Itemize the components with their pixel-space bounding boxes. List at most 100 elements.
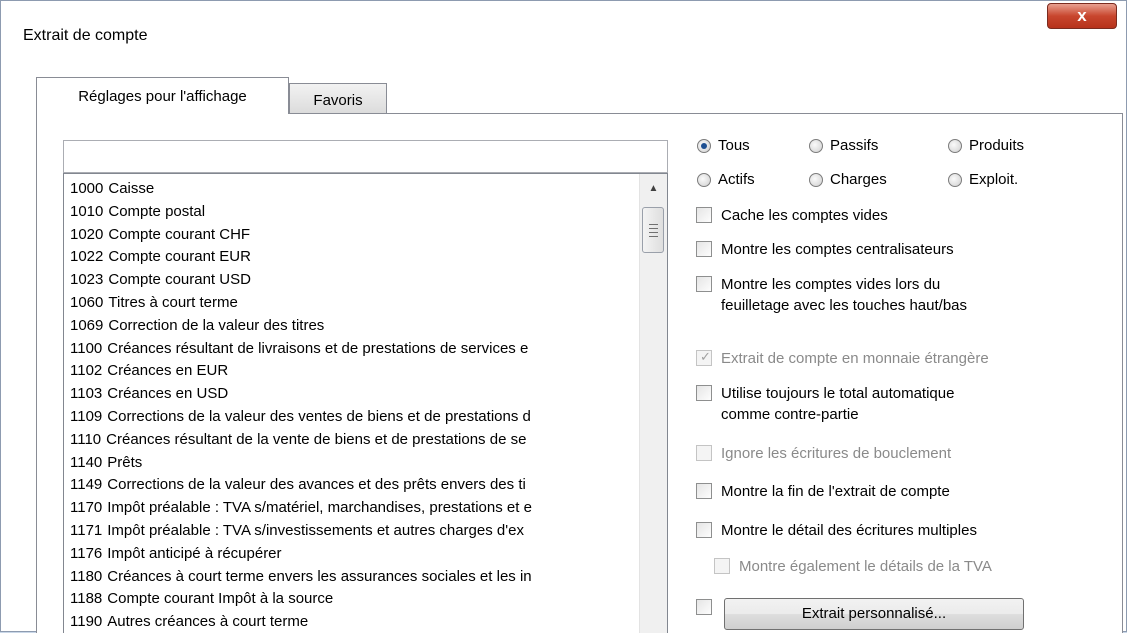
list-item[interactable]: 1190 Autres créances à court terme [70, 612, 308, 632]
list-item[interactable]: 1180 Créances à court terme envers les as… [70, 567, 532, 587]
list-item[interactable]: 1176 Impôt anticipé à récupérer [70, 544, 282, 564]
list-item[interactable]: 1022 Compte courant EUR [70, 247, 251, 267]
scroll-thumb[interactable] [642, 207, 664, 253]
checkbox-box: ✓ [696, 349, 712, 366]
custom-extract-button[interactable]: Extrait personnalisé... [724, 598, 1024, 630]
checkbox-label: Montre également le détails de la TVA [739, 558, 992, 575]
list-item[interactable]: 1140 Prêts [70, 453, 142, 473]
account-number: 1190 [70, 613, 103, 631]
search-input[interactable] [63, 140, 668, 173]
radio-circle [948, 139, 962, 153]
account-name: Corrections de la valeur des ventes de b… [107, 408, 531, 425]
checkbox-box [696, 207, 712, 223]
radio-produits[interactable]: Produits [948, 137, 1048, 159]
checkbox-label: Montre le détail des écritures multiples [721, 522, 977, 539]
account-number: 1188 [70, 590, 103, 608]
tab-label: Favoris [313, 92, 363, 109]
account-list[interactable]: 1000 Caisse 1010 Compte postal 1020 Compte co… [63, 173, 668, 633]
radio-circle [948, 173, 962, 187]
radio-label: Exploit. [969, 171, 1019, 188]
account-name: Caisse [108, 180, 155, 197]
account-number: 1060 [70, 294, 104, 311]
account-number: 1023 [70, 271, 104, 289]
account-number: 1020 [70, 225, 104, 243]
list-item[interactable]: 1000 Caisse [70, 179, 154, 199]
radio-label: Passifs [830, 137, 879, 154]
dialog-window: Extrait de compte x Réglages pour l'affi… [0, 0, 1127, 633]
radio-label: Produits [969, 137, 1025, 154]
close-button[interactable]: x [1047, 3, 1117, 29]
account-number: 1010 [70, 202, 104, 220]
list-item[interactable]: 1171 Impôt préalable : TVA s/investisseme… [70, 521, 524, 541]
checkbox-ignore-closing: Ignore les écritures de bouclement [696, 445, 1036, 465]
list-item[interactable]: 1109 Corrections de la valeur des ventes … [70, 407, 531, 427]
list-item[interactable]: 1103 Créances en USD [70, 384, 228, 404]
grip-line [649, 224, 658, 225]
list-item[interactable]: 1020 Compte courant CHF [70, 225, 250, 245]
radio-tous[interactable]: Tous [697, 137, 777, 159]
checkbox-label-line2: feuilletage avec les touches haut/bas [721, 297, 967, 314]
account-number: 1149 [70, 476, 103, 494]
checkbox-show-end[interactable]: Montre la fin de l'extrait de compte [696, 483, 1036, 503]
radio-charges[interactable]: Charges [809, 171, 909, 193]
radio-circle [697, 139, 711, 153]
checkbox-box [696, 385, 712, 401]
checkbox-box [714, 558, 730, 574]
checkbox-show-centralizing[interactable]: Montre les comptes centralisateurs [696, 241, 1026, 261]
checkmark-icon: ✓ [700, 349, 711, 364]
tab-favorites[interactable]: Favoris [289, 83, 387, 113]
radio-exploit[interactable]: Exploit. [948, 171, 1048, 193]
account-name: Créances en EUR [107, 362, 229, 380]
checkbox-label: Utilise toujours le total automatique [721, 385, 955, 402]
account-name: Impôt anticipé à récupérer [107, 544, 282, 562]
account-number: 1000 [70, 180, 104, 197]
radio-passifs[interactable]: Passifs [809, 137, 909, 159]
checkbox-label: Extrait de compte en monnaie étrangère [721, 350, 989, 367]
account-number: 1176 [70, 544, 103, 562]
list-item[interactable]: 1188 Compte courant Impôt à la source [70, 589, 333, 609]
list-item[interactable]: 1149 Corrections de la valeur des avances… [70, 475, 526, 495]
account-number: 1100 [70, 339, 103, 357]
checkbox-custom-extract[interactable] [696, 599, 714, 617]
title-bar: Extrait de compte x [1, 1, 1126, 73]
radio-circle [809, 173, 823, 187]
checkbox-auto-total[interactable]: Utilise toujours le total automatique co… [696, 385, 1036, 427]
account-number: 1140 [70, 453, 103, 471]
scroll-up-arrow-icon[interactable]: ▲ [640, 174, 667, 200]
checkbox-show-vat-detail: Montre également le détails de la TVA [714, 558, 1064, 578]
account-name: Correction de la valeur des titres [108, 316, 325, 334]
account-name: Compte postal [108, 202, 206, 220]
radio-label: Tous [718, 137, 750, 154]
list-item[interactable]: 1069 Correction de la valeur des titres [70, 316, 324, 336]
checkbox-show-empty-paging[interactable]: Montre les comptes vides lors du feuille… [696, 276, 1036, 318]
tab-display-settings[interactable]: Réglages pour l'affichage [36, 77, 289, 114]
list-item[interactable]: 1170 Impôt préalable : TVA s/matériel, ma… [70, 498, 532, 518]
grip-line [649, 236, 658, 237]
account-name: Prêts [107, 453, 143, 471]
account-number: 1102 [70, 362, 103, 380]
list-item[interactable]: 1023 Compte courant USD [70, 270, 251, 290]
account-name: Corrections de la valeur des avances et … [107, 476, 526, 494]
list-item[interactable]: 1110 Créances résultant de la vente de bi… [70, 430, 526, 450]
checkbox-show-multi-detail[interactable]: Montre le détail des écritures multiples [696, 522, 1046, 542]
checkbox-label: Cache les comptes vides [721, 207, 888, 224]
list-item[interactable]: 1010 Compte postal [70, 202, 205, 222]
account-number: 1109 [70, 408, 103, 425]
radio-actifs[interactable]: Actifs [697, 171, 777, 193]
grip-line [649, 232, 658, 233]
list-item[interactable]: 1102 Créances en EUR [70, 361, 228, 381]
checkbox-box [696, 276, 712, 292]
list-item[interactable]: 1100 Créances résultant de livraisons et … [70, 339, 528, 359]
list-item[interactable]: 1060 Titres à court terme [70, 293, 238, 313]
vertical-scrollbar[interactable]: ▲ [639, 174, 667, 633]
checkbox-label: Ignore les écritures de bouclement [721, 445, 952, 462]
checkbox-box [696, 241, 712, 257]
radio-label: Actifs [718, 171, 755, 188]
checkbox-box [696, 522, 712, 538]
account-number: 1171 [70, 522, 103, 539]
radio-label: Charges [830, 171, 887, 188]
account-name: Créances résultant de la vente de biens … [106, 430, 527, 448]
checkbox-hide-empty[interactable]: Cache les comptes vides [696, 207, 1016, 227]
checkbox-foreign-currency: ✓ Extrait de compte en monnaie étrangère [696, 349, 1056, 370]
tab-label: Réglages pour l'affichage [78, 88, 247, 105]
